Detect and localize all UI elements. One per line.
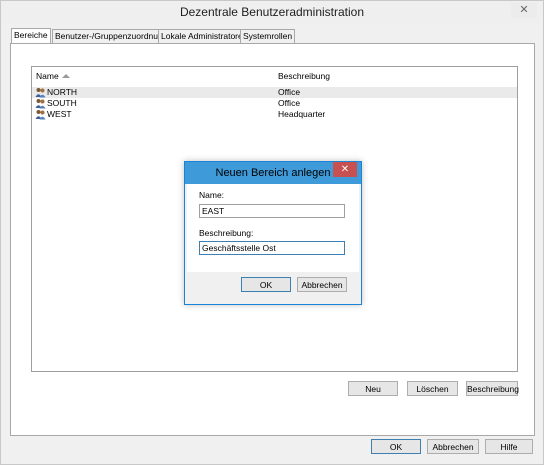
name-label: Name: [199, 190, 225, 200]
tab-systemrollen[interactable]: Systemrollen [240, 29, 296, 43]
user-group-icon [35, 110, 46, 120]
description-field[interactable] [199, 241, 345, 255]
row-name: NORTH [47, 87, 78, 97]
help-button[interactable]: Hilfe [485, 439, 533, 454]
description-button[interactable]: Beschreibung [466, 381, 519, 396]
row-name: WEST [47, 109, 72, 119]
description-label: Beschreibung: [199, 228, 254, 238]
row-description: Office [278, 98, 301, 108]
row-description: Office [278, 87, 301, 97]
tab-bereiche[interactable]: Bereiche [11, 28, 51, 44]
user-group-icon [35, 88, 46, 98]
dialog-title-bar[interactable]: Neuen Bereich anlegen ✕ [185, 162, 361, 184]
dialog-cancel-button[interactable]: Abbrechen [297, 277, 347, 292]
row-name: SOUTH [47, 98, 77, 108]
user-group-icon [35, 99, 46, 109]
window-close-button[interactable]: ✕ [511, 2, 537, 18]
column-header-name[interactable]: Name [36, 71, 59, 81]
new-button[interactable]: Neu [348, 381, 398, 396]
column-header-description[interactable]: Beschreibung [278, 71, 330, 81]
window-title: Dezentrale Benutzeradministration [179, 5, 365, 19]
ok-button[interactable]: OK [371, 439, 421, 454]
title-bar[interactable]: Dezentrale Benutzeradministration ✕ [1, 1, 543, 23]
new-area-dialog: Neuen Bereich anlegen ✕ Name: Beschreibu… [184, 161, 362, 305]
name-field[interactable] [199, 204, 345, 218]
dialog-body: Name: Beschreibung: [187, 184, 359, 272]
list-header: Name Beschreibung [32, 67, 517, 85]
tab-benutzer-gruppenzuordnung[interactable]: Benutzer-/Gruppenzuordnung [52, 29, 171, 43]
dialog-ok-button[interactable]: OK [241, 277, 291, 292]
list-item[interactable]: SOUTH Office [32, 98, 517, 109]
sort-ascending-icon [62, 74, 70, 78]
delete-button[interactable]: Löschen [407, 381, 458, 396]
tab-lokale-administratoren[interactable]: Lokale Administratoren [158, 29, 251, 43]
list-item[interactable]: WEST Headquarter [32, 109, 517, 120]
main-window: Dezentrale Benutzeradministration ✕ Bere… [0, 0, 544, 465]
cancel-button[interactable]: Abbrechen [427, 439, 479, 454]
row-description: Headquarter [278, 109, 326, 119]
dialog-close-button[interactable]: ✕ [333, 162, 357, 177]
list-item[interactable]: NORTH Office [32, 87, 517, 98]
